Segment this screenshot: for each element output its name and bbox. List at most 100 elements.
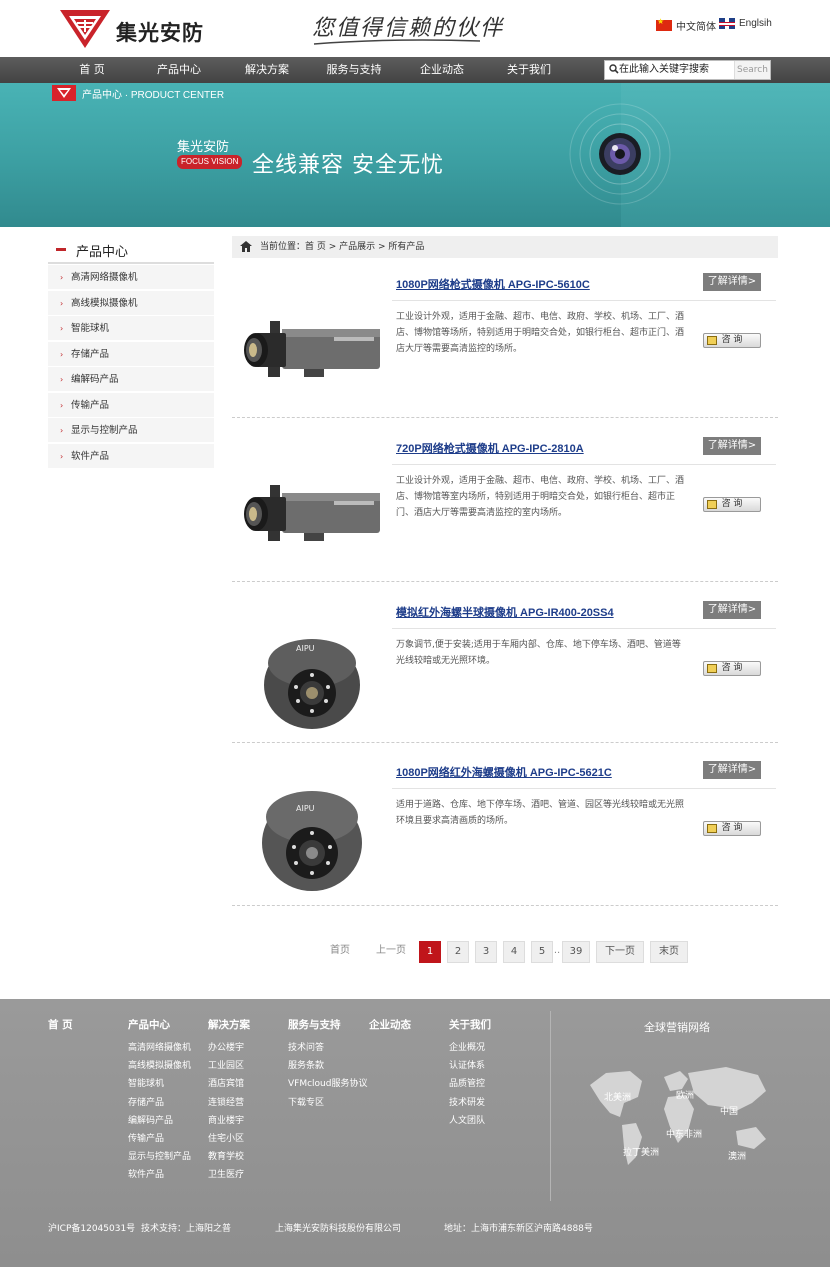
pager-page-1[interactable]: 1	[419, 941, 441, 963]
logo[interactable]: 集光安防	[58, 8, 218, 50]
footer-link[interactable]: 智能球机	[128, 1075, 191, 1093]
search-button[interactable]: Search	[734, 61, 770, 79]
footer-link-home[interactable]: 首 页	[48, 1017, 73, 1031]
footer-heading[interactable]: 关于我们	[449, 1017, 491, 1031]
brand-name: 集光安防	[116, 21, 204, 45]
pager-page-5[interactable]: 5	[531, 941, 553, 963]
footer-link[interactable]: 服务条款	[288, 1057, 367, 1075]
consult-button[interactable]: 咨 询	[703, 333, 761, 348]
nav-support[interactable]: 服务与支持	[322, 57, 386, 83]
footer-heading[interactable]: 解决方案	[208, 1017, 250, 1031]
footer-link[interactable]: 卫生医疗	[208, 1166, 250, 1184]
product-title-link[interactable]: 1080P网络枪式摄像机 APG-IPC-5610C	[396, 276, 696, 292]
box-camera-image[interactable]	[234, 459, 384, 569]
sidebar-item-label: 软件产品	[71, 450, 110, 462]
footer-link[interactable]: 技术研发	[449, 1094, 491, 1112]
footer-col-about: 关于我们 企业概况 认证体系 品质管控 技术研发 人文团队	[449, 1017, 491, 1130]
nav-about[interactable]: 关于我们	[498, 57, 560, 83]
footer-link[interactable]: 人文团队	[449, 1112, 491, 1130]
pager-first[interactable]: 首页	[320, 941, 360, 963]
product-title-link[interactable]: 720P网络枪式摄像机 APG-IPC-2810A	[396, 440, 696, 456]
product-title-link[interactable]: 1080P网络红外海螺摄像机 APG-IPC-5621C	[396, 764, 696, 780]
footer-link[interactable]: 教育学校	[208, 1148, 250, 1166]
pager-prev[interactable]: 上一页	[370, 941, 412, 963]
lang-switch-en[interactable]: Englsih	[719, 18, 772, 29]
product-title-link[interactable]: 模拟红外海螺半球摄像机 APG-IR400-20SS4	[396, 604, 696, 620]
footer-link[interactable]: 软件产品	[128, 1166, 191, 1184]
sidebar-item-software[interactable]: › 软件产品	[48, 443, 214, 469]
svg-text:AIPU: AIPU	[296, 644, 315, 653]
footer-link[interactable]: 认证体系	[449, 1057, 491, 1075]
home-icon	[240, 241, 252, 252]
learn-more-button[interactable]: 了解详情>	[703, 761, 761, 779]
lang-cn-label: 中文简体	[676, 22, 716, 33]
footer-link[interactable]: 企业概况	[449, 1039, 491, 1057]
consult-button[interactable]: 咨 询	[703, 497, 761, 512]
pager-page-3[interactable]: 3	[475, 941, 497, 963]
footer-link[interactable]: 办公楼宇	[208, 1039, 250, 1057]
footer-col-news: 企业动态	[369, 1017, 411, 1039]
sidebar-item-storage[interactable]: › 存储产品	[48, 341, 214, 367]
company-name: 上海集光安防科技股份有限公司	[275, 1224, 402, 1234]
pager-page-4[interactable]: 4	[503, 941, 525, 963]
sidebar-item-speed-dome[interactable]: › 智能球机	[48, 316, 214, 341]
nav-news[interactable]: 企业动态	[411, 57, 473, 83]
product-description: 工业设计外观，适用于金融、超市、电信、政府、学校、机场、工厂、酒店、博物馆等场所…	[396, 312, 685, 354]
footer-link[interactable]: 传输产品	[128, 1130, 191, 1148]
chevron-right-icon: ›	[60, 273, 64, 282]
footer-link[interactable]: 工业园区	[208, 1057, 250, 1075]
nav-solutions[interactable]: 解决方案	[236, 57, 298, 83]
nav-products[interactable]: 产品中心	[148, 57, 210, 83]
pager-page-2[interactable]: 2	[447, 941, 469, 963]
footer-link[interactable]: 高线模拟摄像机	[128, 1057, 191, 1075]
footer-link[interactable]: 连锁经营	[208, 1094, 250, 1112]
icp-record[interactable]: 沪ICP备12045031号	[48, 1221, 135, 1234]
banner-tagline: 全线兼容 安全无忧	[252, 153, 444, 178]
search-input[interactable]: 在此输入关键字搜索	[619, 61, 709, 79]
search-icon	[609, 64, 619, 74]
footer-link[interactable]: 存储产品	[128, 1094, 191, 1112]
chevron-right-icon: ›	[60, 298, 64, 308]
pager-page-last[interactable]: 39	[562, 941, 590, 963]
map-label-oceania: 澳洲	[728, 1152, 747, 1162]
tech-support[interactable]: 技术支持：上海阳之普	[141, 1221, 231, 1234]
footer-link[interactable]: 下载专区	[288, 1094, 367, 1112]
chevron-right-icon: ›	[60, 426, 64, 435]
footer-link[interactable]: 编解码产品	[128, 1112, 191, 1130]
footer-link[interactable]: 商业楼宇	[208, 1112, 250, 1130]
sidebar-title-bar	[56, 248, 66, 251]
footer-link[interactable]: 酒店宾馆	[208, 1075, 250, 1093]
footer-heading[interactable]: 企业动态	[369, 1017, 411, 1031]
footer-link[interactable]: 住宅小区	[208, 1130, 250, 1148]
sidebar-item-hd-ip-camera[interactable]: › 高清网络摄像机	[48, 265, 214, 290]
sidebar-title: 产品中心	[48, 234, 214, 264]
consult-button[interactable]: 咨 询	[703, 661, 761, 676]
learn-more-button[interactable]: 了解详情>	[703, 437, 761, 455]
dome-camera-image[interactable]: AIPU	[234, 783, 384, 893]
slogan-underline	[313, 39, 481, 45]
dome-camera-image[interactable]: AIPU	[234, 623, 384, 733]
learn-more-button[interactable]: 了解详情>	[703, 273, 761, 291]
footer-heading[interactable]: 产品中心	[128, 1017, 191, 1031]
box-camera-image[interactable]	[234, 295, 384, 405]
pager-end[interactable]: 末页	[650, 941, 688, 963]
learn-more-button[interactable]: 了解详情>	[703, 601, 761, 619]
footer-heading[interactable]: 服务与支持	[288, 1017, 367, 1031]
sidebar-item-analog-camera[interactable]: › 高线模拟摄像机	[48, 290, 214, 316]
footer-link[interactable]: 品质管控	[449, 1075, 491, 1093]
footer-link[interactable]: 技术问答	[288, 1039, 367, 1057]
pager-next[interactable]: 下一页	[596, 941, 644, 963]
sidebar-item-codec[interactable]: › 编解码产品	[48, 367, 214, 392]
footer-link[interactable]: VFMcloud服务协议	[288, 1075, 367, 1093]
lang-en-label: Englsih	[739, 18, 772, 29]
consult-button[interactable]: 咨 询	[703, 821, 761, 836]
footer-link[interactable]: 显示与控制产品	[128, 1148, 191, 1166]
lang-switch-cn[interactable]: 中文简体	[656, 17, 716, 33]
footer-col-products: 产品中心 高清网络摄像机 高线模拟摄像机 智能球机 存储产品 编解码产品 传输产…	[128, 1017, 191, 1185]
breadcrumb: 当前位置：首 页 > 产品展示 > 所有产品	[232, 236, 778, 258]
footer-link[interactable]: 高清网络摄像机	[128, 1039, 191, 1057]
sidebar-item-transmission[interactable]: › 传输产品	[48, 392, 214, 418]
banner-brand-cn: 集光安防	[177, 140, 230, 155]
sidebar-item-display-control[interactable]: › 显示与控制产品	[48, 418, 214, 443]
nav-home[interactable]: 首 页	[62, 57, 122, 83]
